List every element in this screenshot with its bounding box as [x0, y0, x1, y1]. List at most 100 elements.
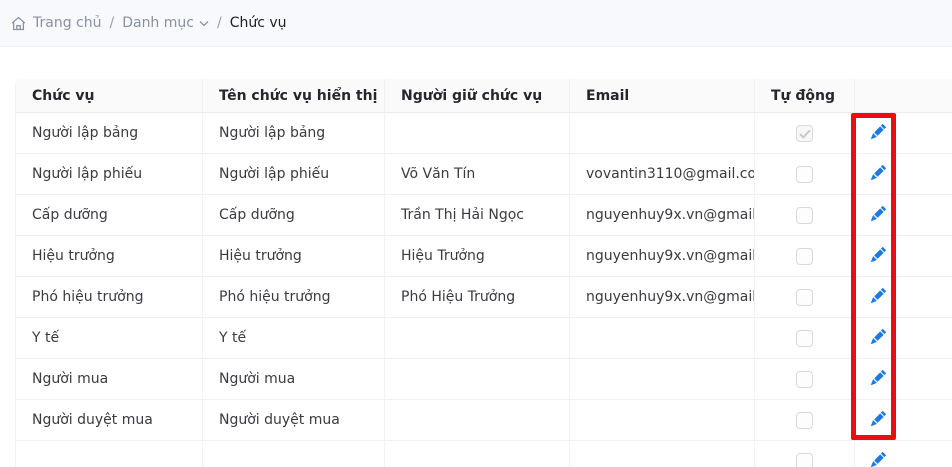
pencil-icon: [871, 247, 886, 262]
cell-chuc-vu: Phó hiệu trưởng: [15, 277, 203, 318]
cell-ten-hien-thi: Người lập phiếu: [203, 154, 385, 195]
breadcrumb-label: Danh mục: [122, 15, 194, 31]
cell-tu-dong: [755, 318, 855, 359]
tu-dong-checkbox[interactable]: [796, 207, 813, 224]
cell-actions: [855, 154, 952, 195]
cell-tu-dong: [755, 236, 855, 277]
cell-ten-hien-thi: Người lập bảng: [203, 113, 385, 154]
cell-chuc-vu: Người lập phiếu: [15, 154, 203, 195]
cell-email: nguyenhuy9x.vn@gmail.com: [570, 277, 755, 318]
table-row: Phó hiệu trưởngPhó hiệu trưởngPhó Hiệu T…: [15, 277, 952, 318]
pencil-icon: [871, 329, 886, 344]
cell-nguoi-giu: Trần Thị Hải Ngọc: [385, 195, 570, 236]
tu-dong-checkbox[interactable]: [796, 453, 813, 467]
edit-button[interactable]: [871, 288, 886, 303]
cell-email: nguyenhuy9x.vn@gmail.com: [570, 195, 755, 236]
table-row: Người duyệt muaNgười duyệt mua: [15, 400, 952, 441]
cell-nguoi-giu: [385, 113, 570, 154]
cell-email: [570, 400, 755, 441]
tu-dong-checkbox[interactable]: [796, 248, 813, 265]
pencil-icon: [871, 370, 886, 385]
cell-chuc-vu: Cấp dưỡng: [15, 195, 203, 236]
chevron-down-icon: [199, 20, 209, 27]
home-icon: [10, 15, 27, 32]
edit-button[interactable]: [871, 329, 886, 344]
page: Trang chủ / Danh mục / Chức vụ Chức vụ T…: [0, 0, 952, 467]
pencil-icon: [871, 124, 886, 139]
cell-tu-dong: [755, 441, 855, 467]
cell-email: nguyenhuy9x.vn@gmail.com: [570, 236, 755, 277]
cell-chuc-vu: Y tế: [15, 318, 203, 359]
table-row: [15, 441, 952, 467]
cell-actions: [855, 236, 952, 277]
cell-chuc-vu: Người lập bảng: [15, 113, 203, 154]
column-header-chuc-vu: Chức vụ: [15, 79, 203, 113]
cell-tu-dong: [755, 277, 855, 318]
column-header-ten-hien-thi: Tên chức vụ hiển thị: [203, 79, 385, 113]
edit-button[interactable]: [871, 370, 886, 385]
edit-button[interactable]: [871, 411, 886, 426]
breadcrumb-item-home[interactable]: Trang chủ: [33, 15, 101, 31]
cell-nguoi-giu: [385, 318, 570, 359]
breadcrumb-label: Trang chủ: [33, 15, 101, 31]
tu-dong-checkbox[interactable]: [796, 371, 813, 388]
cell-ten-hien-thi: Hiệu trưởng: [203, 236, 385, 277]
cell-nguoi-giu: [385, 400, 570, 441]
edit-button[interactable]: [871, 247, 886, 262]
breadcrumb-item-current: Chức vụ: [230, 15, 287, 31]
table-row: Người muaNgười mua: [15, 359, 952, 400]
cell-actions: [855, 318, 952, 359]
breadcrumb-separator: /: [109, 15, 114, 31]
table-row: Hiệu trưởngHiệu trưởngHiệu Trưởngnguyenh…: [15, 236, 952, 277]
cell-nguoi-giu: [385, 441, 570, 467]
tu-dong-checkbox[interactable]: [796, 166, 813, 183]
cell-chuc-vu: Người mua: [15, 359, 203, 400]
column-header-actions: [855, 79, 952, 113]
cell-ten-hien-thi: Y tế: [203, 318, 385, 359]
column-header-nguoi-giu: Người giữ chức vụ: [385, 79, 570, 113]
cell-actions: [855, 441, 952, 467]
edit-button[interactable]: [871, 124, 886, 139]
cell-ten-hien-thi: Người duyệt mua: [203, 400, 385, 441]
cell-email: [570, 359, 755, 400]
cell-actions: [855, 400, 952, 441]
checkmark-icon: [799, 129, 811, 139]
cell-actions: [855, 195, 952, 236]
tu-dong-checkbox[interactable]: [796, 330, 813, 347]
pencil-icon: [871, 206, 886, 221]
column-header-tu-dong: Tự động: [755, 79, 855, 113]
cell-nguoi-giu: Hiệu Trưởng: [385, 236, 570, 277]
cell-tu-dong: [755, 359, 855, 400]
pencil-icon: [871, 411, 886, 426]
tu-dong-checkbox[interactable]: [796, 412, 813, 429]
breadcrumb: Trang chủ / Danh mục / Chức vụ: [0, 0, 952, 47]
cell-chuc-vu: [15, 441, 203, 467]
cell-email: vovantin3110@gmail.com: [570, 154, 755, 195]
cell-nguoi-giu: [385, 359, 570, 400]
cell-actions: [855, 113, 952, 154]
cell-email: [570, 441, 755, 467]
tu-dong-checkbox: [796, 125, 813, 142]
cell-ten-hien-thi: Phó hiệu trưởng: [203, 277, 385, 318]
table-row: Y tếY tế: [15, 318, 952, 359]
edit-button[interactable]: [871, 165, 886, 180]
breadcrumb-separator: /: [217, 15, 222, 31]
roles-table: Chức vụ Tên chức vụ hiển thị Người giữ c…: [15, 79, 952, 467]
table-header-row: Chức vụ Tên chức vụ hiển thị Người giữ c…: [15, 79, 952, 113]
cell-tu-dong: [755, 195, 855, 236]
cell-ten-hien-thi: [203, 441, 385, 467]
pencil-icon: [871, 452, 886, 467]
cell-ten-hien-thi: Cấp dưỡng: [203, 195, 385, 236]
cell-chuc-vu: Hiệu trưởng: [15, 236, 203, 277]
cell-email: [570, 113, 755, 154]
table-row: Người lập bảngNgười lập bảng: [15, 113, 952, 154]
edit-button[interactable]: [871, 452, 886, 467]
edit-button[interactable]: [871, 206, 886, 221]
breadcrumb-item-danh-muc[interactable]: Danh mục: [122, 15, 209, 31]
tu-dong-checkbox[interactable]: [796, 289, 813, 306]
column-header-email: Email: [570, 79, 755, 113]
cell-tu-dong: [755, 113, 855, 154]
cell-tu-dong: [755, 400, 855, 441]
cell-tu-dong: [755, 154, 855, 195]
table-row: Cấp dưỡngCấp dưỡngTrần Thị Hải Ngọcnguye…: [15, 195, 952, 236]
